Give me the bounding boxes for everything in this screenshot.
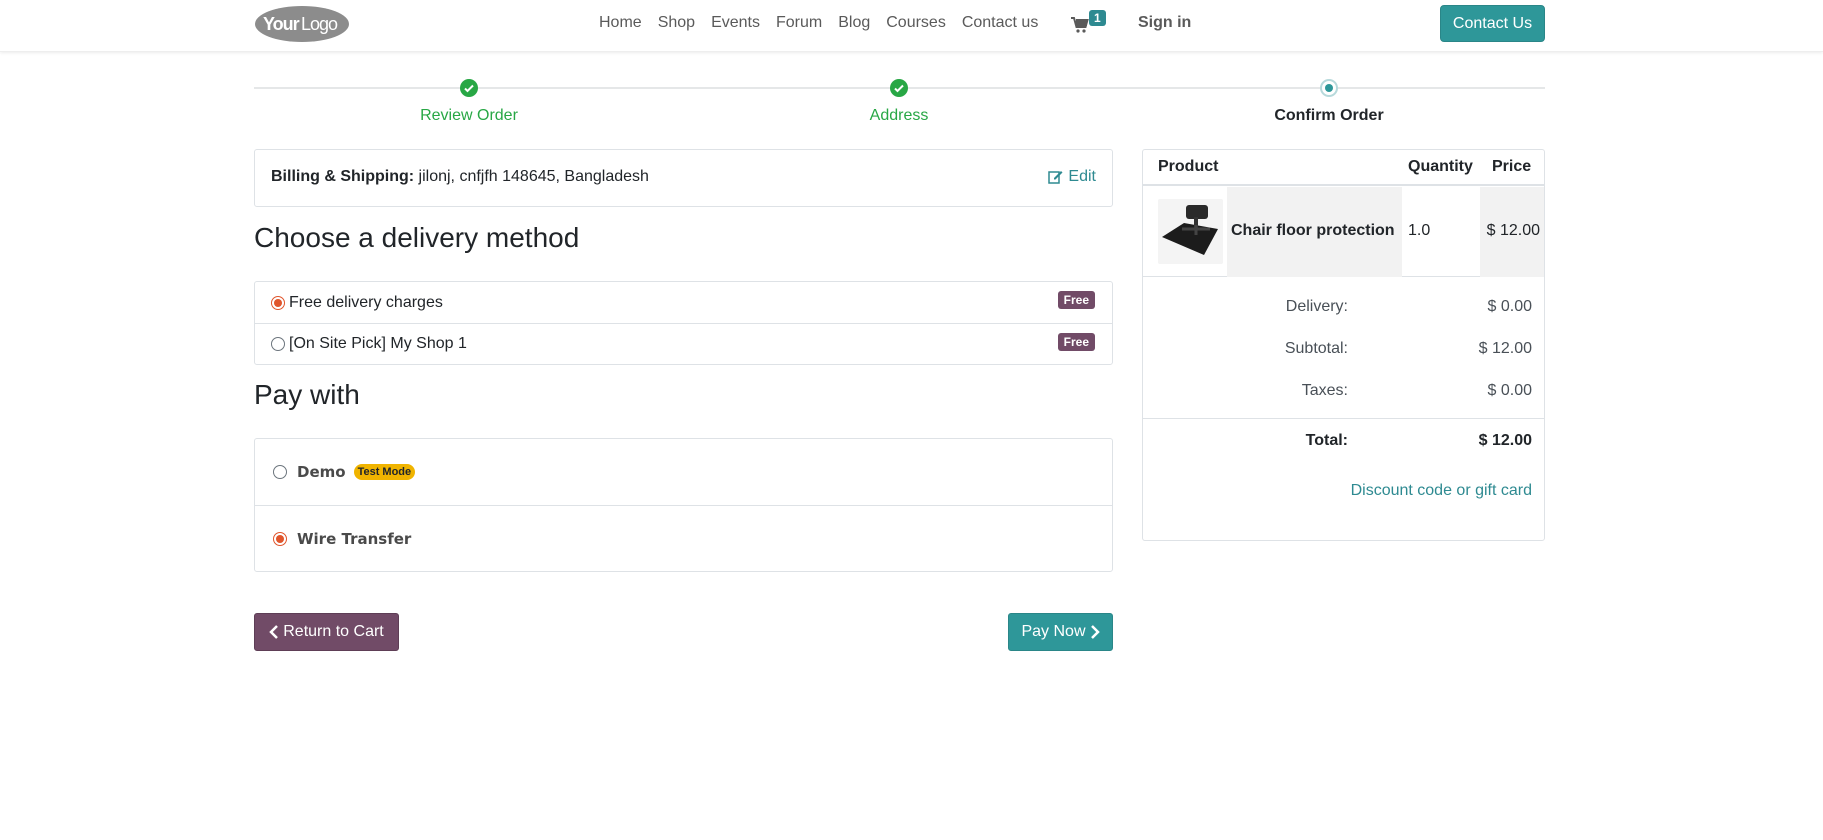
order-summary: Product Quantity Price Chair floor prote…	[1142, 149, 1545, 541]
total-label: Total:	[1305, 432, 1348, 449]
chair-mat-image	[1158, 199, 1223, 264]
subtotal-label: Subtotal:	[1284, 340, 1348, 357]
delivery-option-free[interactable]: Free delivery charges Free	[255, 282, 1112, 323]
delivery-label: Delivery:	[1285, 298, 1348, 315]
payment-option-label: Wire Transfer	[297, 529, 412, 548]
main-nav: Home Shop Events Forum Blog Courses Cont…	[599, 14, 1038, 32]
product-price-cell: $ 12.00	[1480, 187, 1544, 277]
delivery-option-label: Free delivery charges	[289, 293, 443, 311]
billing-label: Billing & Shipping:	[271, 168, 415, 185]
step-confirm-order: Confirm Order	[1274, 107, 1384, 124]
chevron-right-icon	[1090, 625, 1100, 639]
cart-count-badge: 1	[1089, 10, 1106, 26]
subtotal-value: $ 12.00	[1478, 340, 1532, 357]
payment-method-list: Demo Test Mode Wire Transfer	[254, 438, 1113, 572]
col-price: Price	[1492, 158, 1532, 175]
taxes-value: $ 0.00	[1487, 382, 1532, 399]
step-address[interactable]: Address	[799, 107, 999, 125]
col-product: Product	[1158, 158, 1219, 175]
delivery-option-label: [On Site Pick] My Shop 1	[289, 335, 467, 352]
site-header: Your Logo Home Shop Events Forum Blog Co…	[0, 0, 1823, 52]
payment-option-label: Demo	[297, 463, 346, 481]
delivery-method-list: Free delivery charges Free [On Site Pick…	[254, 281, 1113, 365]
cart-link[interactable]: 1	[1071, 10, 1111, 36]
step-confirm-dot-icon	[1320, 79, 1338, 97]
product-image[interactable]	[1158, 199, 1223, 264]
edit-label: Edit	[1068, 168, 1096, 185]
svg-text:Your: Your	[263, 14, 300, 34]
contact-us-button[interactable]: Contact Us	[1440, 5, 1545, 42]
step-address-check-icon	[890, 79, 908, 97]
taxes-label: Taxes:	[1301, 382, 1348, 399]
edit-address-link[interactable]: Edit	[1048, 168, 1096, 186]
delivery-heading: Choose a delivery method	[254, 222, 580, 253]
price-badge: Free	[1057, 291, 1095, 309]
payment-heading: Pay with	[254, 379, 360, 410]
payment-option-wire[interactable]: Wire Transfer	[255, 505, 1112, 571]
discount-code-link[interactable]: Discount code or gift card	[1351, 482, 1532, 500]
col-quantity: Quantity	[1408, 158, 1473, 175]
nav-forum[interactable]: Forum	[776, 14, 822, 32]
svg-text:Logo: Logo	[301, 14, 338, 34]
nav-blog[interactable]: Blog	[838, 14, 870, 32]
chevron-left-icon	[269, 625, 279, 639]
billing-address: jilonj, cnfjfh 148645, Bangladesh	[414, 168, 649, 185]
delivery-option-onsite[interactable]: [On Site Pick] My Shop 1 Free	[255, 323, 1112, 364]
total-value: $ 12.00	[1478, 432, 1532, 449]
total-divider	[1143, 418, 1544, 419]
payment-option-demo[interactable]: Demo Test Mode	[255, 439, 1112, 505]
nav-home[interactable]: Home	[599, 14, 642, 32]
delivery-radio-free[interactable]	[271, 295, 285, 310]
test-mode-badge: Test Mode	[353, 464, 416, 480]
nav-shop[interactable]: Shop	[658, 14, 695, 32]
shopping-cart-icon	[1071, 17, 1089, 33]
nav-contact-us[interactable]: Contact us	[962, 14, 1038, 32]
sign-in-link[interactable]: Sign in	[1138, 14, 1191, 32]
edit-icon	[1048, 171, 1063, 184]
nav-events[interactable]: Events	[711, 14, 760, 32]
pay-label: Pay Now	[1021, 623, 1086, 640]
pay-now-button[interactable]: Pay Now	[1008, 613, 1113, 651]
return-label: Return to Cart	[283, 623, 384, 640]
payment-radio-wire[interactable]	[273, 531, 287, 546]
order-line: Chair floor protection 1.0 $ 12.00	[1143, 187, 1544, 277]
product-quantity: 1.0	[1408, 222, 1431, 239]
delivery-value: $ 0.00	[1487, 298, 1532, 315]
step-review-order[interactable]: Review Order	[369, 107, 569, 125]
product-price: $ 12.00	[1486, 222, 1540, 239]
step-review-check-icon	[460, 79, 478, 97]
price-badge: Free	[1057, 333, 1095, 351]
return-to-cart-button[interactable]: Return to Cart	[254, 613, 399, 651]
product-name[interactable]: Chair floor protection	[1231, 222, 1395, 240]
nav-courses[interactable]: Courses	[886, 14, 946, 32]
site-logo[interactable]: Your Logo	[254, 4, 350, 44]
billing-shipping-card: Billing & Shipping: jilonj, cnfjfh 14864…	[254, 149, 1113, 207]
delivery-radio-onsite[interactable]	[271, 337, 285, 351]
summary-header: Product Quantity Price	[1143, 150, 1544, 186]
payment-radio-demo[interactable]	[273, 465, 287, 479]
